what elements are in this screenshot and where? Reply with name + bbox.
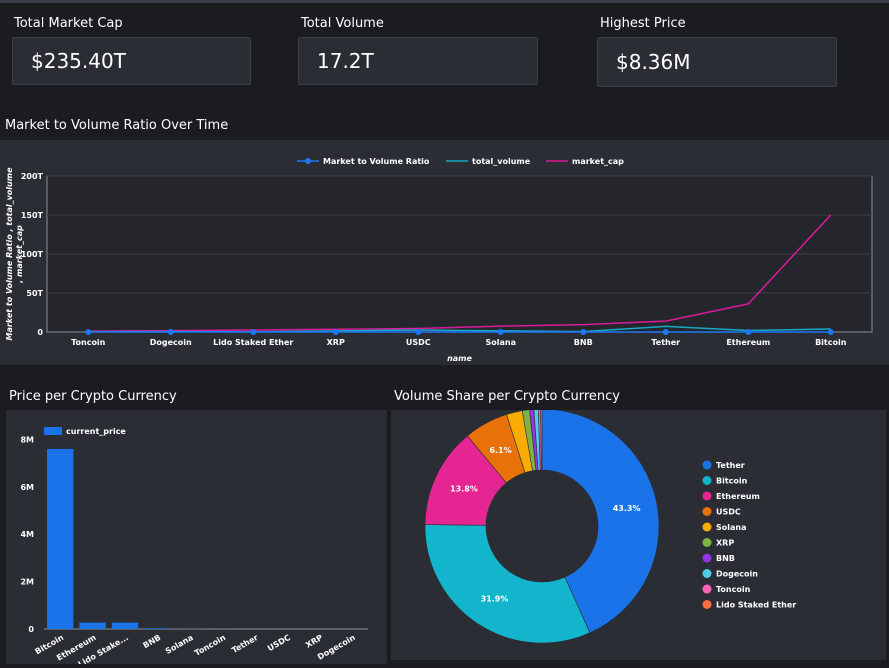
donut-chart-title: Volume Share per Crypto Currency bbox=[394, 389, 620, 404]
legend-label: Solana bbox=[716, 523, 747, 532]
legend-label: Bitcoin bbox=[716, 477, 748, 486]
y-tick-label: 150T bbox=[21, 211, 44, 220]
bar bbox=[79, 623, 105, 629]
legend-label: Toncoin bbox=[716, 585, 751, 594]
legend-label: current_price bbox=[66, 427, 126, 436]
legend-marker bbox=[703, 538, 712, 547]
legend-marker bbox=[703, 461, 712, 470]
x-tick-label: BNB bbox=[142, 633, 163, 650]
legend-label: BNB bbox=[716, 554, 735, 563]
x-tick-label: Ethereum bbox=[726, 338, 770, 347]
legend-marker bbox=[703, 492, 712, 501]
legend-marker bbox=[703, 600, 712, 609]
y-tick-label: 2M bbox=[20, 578, 34, 587]
legend-label: market_cap bbox=[572, 157, 624, 166]
kpi-value-total-volume: 17.2T bbox=[298, 37, 538, 85]
legend-marker bbox=[703, 569, 712, 578]
y-tick-label: 100T bbox=[21, 250, 44, 259]
x-tick-label: XRP bbox=[304, 633, 324, 650]
legend-marker bbox=[703, 476, 712, 485]
bar-chart-panel: 02M4M6M8MBitcoinEthereumLido Stake...BNB… bbox=[6, 410, 387, 664]
line-chart-title: Market to Volume Ratio Over Time bbox=[5, 118, 228, 133]
data-point bbox=[250, 329, 256, 335]
x-tick-label: XRP bbox=[327, 338, 345, 347]
y-tick-label: 0 bbox=[37, 328, 43, 337]
slice-value-label: 6.1% bbox=[489, 446, 511, 455]
legend-label: Dogecoin bbox=[716, 570, 758, 579]
kpi-value-highest-price: $8.36M bbox=[597, 37, 837, 87]
donut-slice bbox=[425, 525, 590, 643]
data-point bbox=[745, 329, 751, 335]
data-point bbox=[168, 329, 174, 335]
y-axis-label-line: Market to Volume Ratio , total_volume bbox=[5, 167, 14, 341]
x-tick-label: Tether bbox=[651, 338, 680, 347]
data-point bbox=[415, 329, 421, 335]
legend-marker bbox=[703, 554, 712, 563]
y-tick-label: 6M bbox=[20, 483, 34, 492]
y-axis-label-line: , market_cap bbox=[15, 225, 24, 284]
legend-swatch bbox=[44, 427, 62, 435]
legend-marker bbox=[703, 585, 712, 594]
line-chart-panel: 0 50T 100T 150T 200T Toncoin Dogecoin Lido Stak… bbox=[0, 140, 889, 365]
y-tick-label: 200T bbox=[21, 172, 44, 181]
slice-value-label: 43.3% bbox=[613, 504, 641, 513]
legend-label: Lido Staked Ether bbox=[716, 601, 796, 610]
slice-value-label: 31.9% bbox=[481, 594, 509, 603]
legend-label: total_volume bbox=[472, 157, 531, 166]
data-point bbox=[498, 329, 504, 335]
y-tick-label: 4M bbox=[20, 530, 34, 539]
x-tick-label: Lido Staked Ether bbox=[213, 338, 293, 347]
kpi-title-total-volume: Total Volume bbox=[301, 16, 384, 31]
x-tick-label: Solana bbox=[164, 633, 195, 656]
x-tick-label: Toncoin bbox=[71, 338, 106, 347]
line-chart: 0 50T 100T 150T 200T Toncoin Dogecoin Lido Stak… bbox=[0, 140, 889, 365]
x-axis-label: name bbox=[447, 354, 472, 363]
y-axis-label: Market to Volume Ratio , total_volume, m… bbox=[5, 167, 24, 341]
bar bbox=[144, 628, 170, 629]
donut-chart: 43.3% 31.9% 13.8% 6.1% Tether Bitcoin Ethereum… bbox=[391, 410, 886, 660]
y-tick-label: 0 bbox=[28, 625, 34, 634]
kpi-value-market-cap: $235.40T bbox=[12, 37, 251, 85]
legend-marker bbox=[703, 523, 712, 532]
kpi-title-highest-price: Highest Price bbox=[600, 16, 686, 31]
kpi-title-market-cap: Total Market Cap bbox=[14, 16, 123, 31]
slice-value-label: 13.8% bbox=[450, 485, 478, 494]
legend-label: XRP bbox=[716, 539, 734, 548]
top-border bbox=[0, 0, 889, 3]
legend-label: Tether bbox=[716, 461, 745, 470]
data-point bbox=[85, 329, 91, 335]
legend-marker bbox=[703, 507, 712, 516]
legend-label: Market to Volume Ratio bbox=[323, 157, 430, 166]
x-tick-label: Bitcoin bbox=[815, 338, 847, 347]
bar-chart-title: Price per Crypto Currency bbox=[9, 389, 177, 404]
data-point bbox=[663, 329, 669, 335]
data-point bbox=[333, 329, 339, 335]
data-point bbox=[828, 329, 834, 335]
x-tick-label: Solana bbox=[486, 338, 517, 347]
x-tick-label: Dogecoin bbox=[150, 338, 192, 347]
y-tick-label: 50T bbox=[26, 289, 43, 298]
bar-chart: 02M4M6M8MBitcoinEthereumLido Stake...BNB… bbox=[6, 410, 387, 664]
legend-label: Ethereum bbox=[716, 492, 760, 501]
bar bbox=[112, 623, 138, 629]
legend-marker bbox=[305, 158, 311, 164]
x-tick-label: USDC bbox=[406, 338, 431, 347]
x-tick-label: Tether bbox=[230, 633, 259, 655]
x-tick-label: USDC bbox=[266, 633, 292, 653]
data-point bbox=[580, 329, 586, 335]
donut-chart-panel: 43.3% 31.9% 13.8% 6.1% Tether Bitcoin Ethereum… bbox=[391, 410, 886, 660]
legend-label: USDC bbox=[716, 508, 741, 517]
y-tick-label: 8M bbox=[20, 435, 34, 444]
bar bbox=[47, 449, 73, 629]
x-tick-label: Toncoin bbox=[193, 633, 227, 658]
x-tick-label: BNB bbox=[574, 338, 593, 347]
